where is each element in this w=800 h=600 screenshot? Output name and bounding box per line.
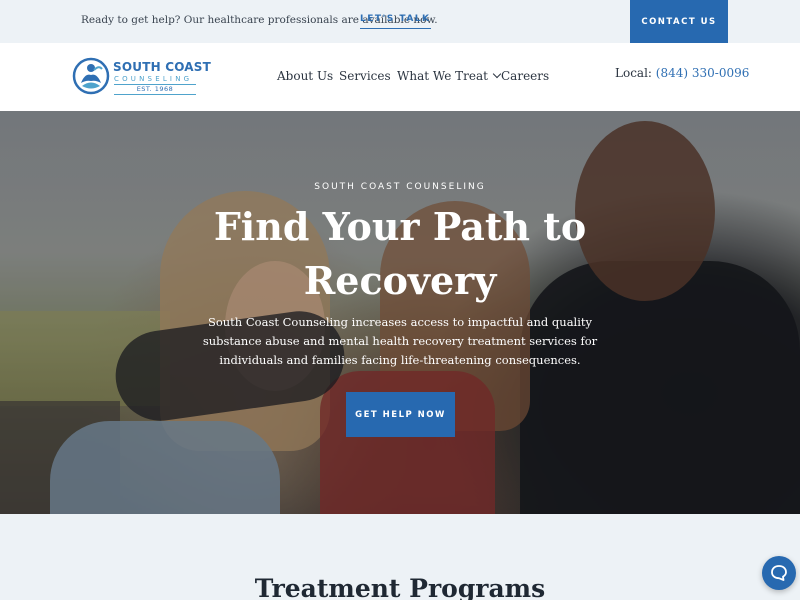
local-label: Local: xyxy=(615,66,652,80)
get-help-now-button[interactable]: GET HELP NOW xyxy=(346,392,455,437)
site-header: SOUTH COAST COUNSELING EST. 1968 About U… xyxy=(0,43,800,111)
top-bar: Ready to get help? Our healthcare profes… xyxy=(0,0,800,43)
chat-bubble-icon xyxy=(771,565,787,581)
hero-eyebrow: SOUTH COAST COUNSELING xyxy=(314,182,486,192)
phone-link[interactable]: (844) 330-0096 xyxy=(656,66,750,80)
logo-established: EST. 1968 xyxy=(114,84,196,95)
chat-widget-button[interactable] xyxy=(762,556,796,590)
nav-item-careers[interactable]: Careers xyxy=(501,69,549,83)
logo-mark-icon xyxy=(72,57,110,95)
nav-item-what-we-treat[interactable]: What We Treat xyxy=(397,69,502,83)
hero-title: Find Your Path to Recovery xyxy=(213,204,587,303)
section-title: Treatment Programs xyxy=(254,574,546,600)
local-phone-block: Local: (844) 330-0096 xyxy=(615,66,749,80)
nav-item-what-we-treat-label: What We Treat xyxy=(397,69,488,83)
nav-item-about-us[interactable]: About Us xyxy=(277,69,333,83)
logo-name: SOUTH COAST xyxy=(113,60,211,74)
nav-item-services[interactable]: Services xyxy=(339,69,391,83)
treatment-programs-section: Treatment Programs xyxy=(0,514,800,600)
hero-section: SOUTH COAST COUNSELING Find Your Path to… xyxy=(0,111,800,514)
logo-subtitle: COUNSELING xyxy=(114,75,193,83)
contact-us-button[interactable]: CONTACT US xyxy=(630,0,728,43)
lets-talk-link[interactable]: LET'S TALK xyxy=(360,14,431,29)
site-logo[interactable]: SOUTH COAST COUNSELING EST. 1968 xyxy=(72,53,211,101)
hero-description: South Coast Counseling increases access … xyxy=(202,315,598,367)
chevron-down-icon xyxy=(492,69,502,79)
